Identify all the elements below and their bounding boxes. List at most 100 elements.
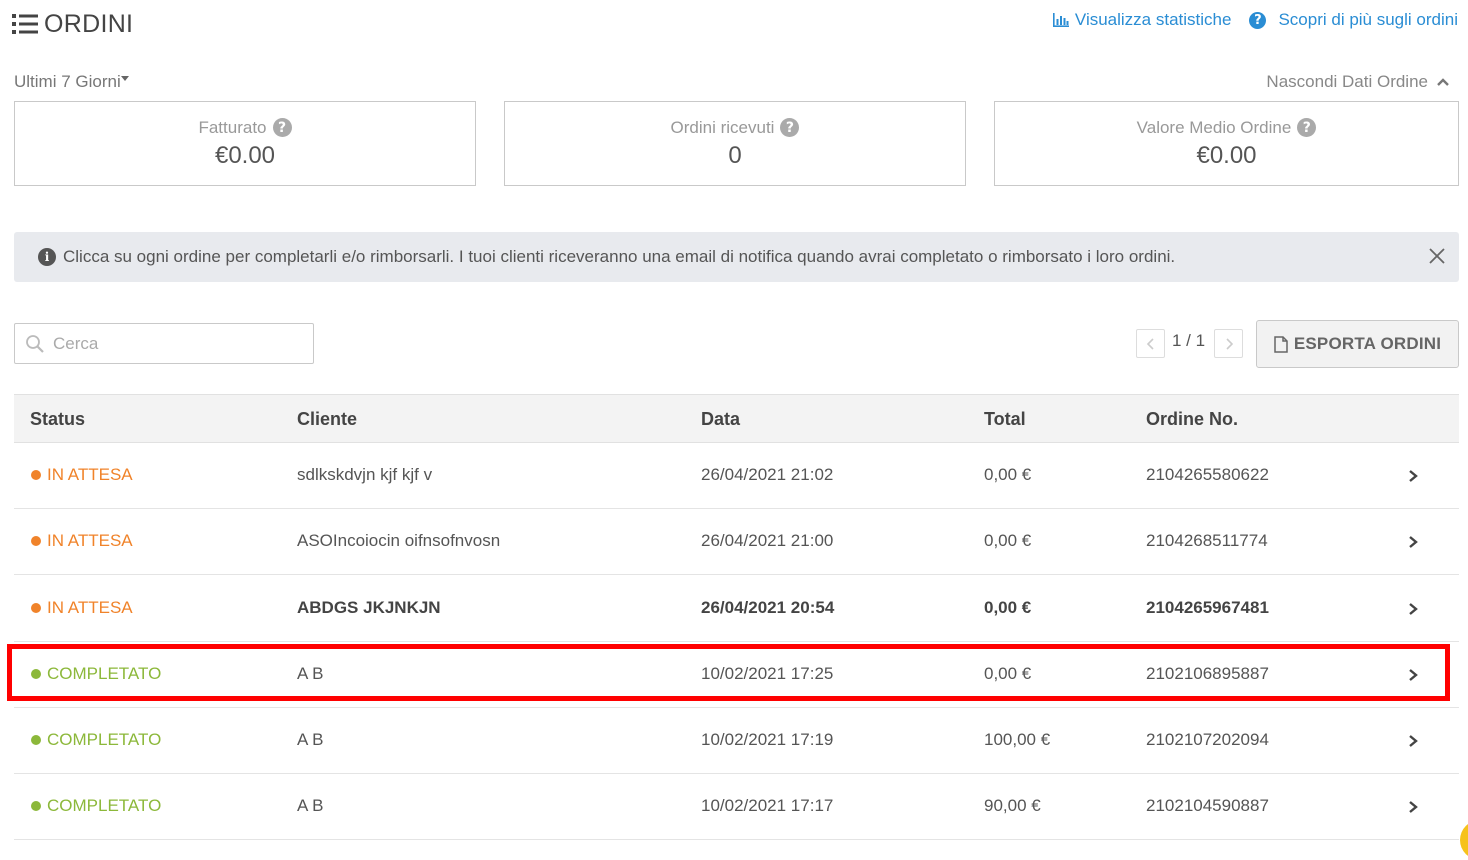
table-row[interactable]: IN ATTESA ASOIncoiocin oifnsofnvosn 26/04/…	[14, 509, 1459, 575]
status-badge: COMPLETATO	[47, 796, 162, 815]
question-circle-icon[interactable]: ?	[1297, 118, 1317, 137]
status-dot-icon	[31, 801, 41, 811]
total-cell: 90,00 €	[984, 796, 1041, 815]
date-range-dropdown[interactable]: Ultimi 7 Giorni	[14, 72, 130, 92]
search-input[interactable]	[51, 332, 295, 355]
order-number-cell: 2104265967481	[1146, 598, 1269, 617]
status-cell: COMPLETATO	[31, 796, 161, 816]
status-badge: IN ATTESA	[47, 531, 133, 550]
customer-cell: ASOIncoiocin oifnsofnvosn	[297, 531, 501, 550]
status-dot-icon	[31, 669, 41, 679]
status-dot-icon	[31, 536, 41, 546]
customer-cell: A B	[297, 796, 324, 815]
status-cell: IN ATTESA	[31, 598, 133, 618]
question-circle-icon[interactable]: ?	[780, 118, 800, 137]
table-row[interactable]: COMPLETATO A B 10/02/2021 17:19 100,00 € 210…	[14, 708, 1459, 774]
list-icon	[12, 14, 38, 34]
hide-order-data-toggle[interactable]: Nascondi Dati Ordine	[1266, 72, 1450, 92]
help-launcher-button[interactable]	[1460, 820, 1468, 860]
status-badge: IN ATTESA	[47, 465, 133, 484]
order-number-cell: 2102106895887	[1146, 664, 1269, 683]
learn-more-label: Scopri di più sugli ordini	[1278, 10, 1458, 29]
column-header-date[interactable]: Data	[701, 409, 740, 430]
chevron-left-icon	[1146, 337, 1154, 350]
hide-order-data-label: Nascondi Dati Ordine	[1266, 72, 1428, 91]
page-title-text: ORDINI	[44, 9, 134, 38]
total-cell: 100,00 €	[984, 730, 1051, 749]
chevron-up-icon	[1437, 78, 1449, 86]
search-icon	[26, 334, 44, 353]
stat-value: 0	[728, 141, 742, 169]
column-header-order-number[interactable]: Ordine No.	[1146, 409, 1238, 430]
status-cell: IN ATTESA	[31, 531, 133, 551]
view-statistics-label: Visualizza statistiche	[1074, 10, 1232, 29]
customer-cell: ABDGS JKJNKJN	[297, 598, 441, 617]
info-banner: i Clicca su ogni ordine per completarli …	[14, 232, 1459, 282]
learn-more-link[interactable]: ? Scopri di più sugli ordini	[1249, 10, 1458, 30]
stat-card-revenue: Fatturato? €0.00	[14, 101, 476, 186]
column-header-status[interactable]: Status	[30, 409, 85, 430]
chevron-right-icon[interactable]	[1406, 534, 1420, 550]
date-cell: 26/04/2021 20:54	[701, 598, 835, 617]
total-cell: 0,00 €	[984, 465, 1032, 484]
table-row[interactable]: COMPLETATO A B 10/02/2021 17:25 0,00 € 21021…	[14, 642, 1459, 708]
question-circle-icon: ?	[1249, 11, 1267, 29]
page-title: ORDINI	[12, 8, 133, 40]
search-box[interactable]	[14, 323, 314, 364]
table-row[interactable]: IN ATTESA ABDGS JKJNKJN 26/04/2021 20:54 0,…	[14, 576, 1459, 642]
stat-label: Valore Medio Ordine	[1136, 117, 1292, 137]
date-cell: 26/04/2021 21:00	[701, 531, 834, 550]
customer-cell: A B	[297, 664, 324, 683]
question-circle-icon[interactable]: ?	[272, 118, 292, 137]
status-dot-icon	[31, 735, 41, 745]
column-header-customer[interactable]: Cliente	[297, 409, 357, 430]
chevron-right-icon[interactable]	[1406, 733, 1420, 749]
file-icon	[1274, 335, 1288, 353]
chevron-right-icon[interactable]	[1406, 667, 1420, 683]
status-badge: COMPLETATO	[47, 730, 162, 749]
status-cell: IN ATTESA	[31, 465, 133, 485]
customer-cell: sdlkskdvjn kjf kjf v	[297, 465, 433, 484]
stat-label: Ordini ricevuti	[670, 117, 775, 137]
order-number-cell: 2104268511774	[1146, 531, 1268, 550]
table-row[interactable]: IN ATTESA sdlkskdvjn kjf kjf v 26/04/2021 …	[14, 443, 1459, 509]
chevron-right-icon[interactable]	[1406, 468, 1420, 484]
status-cell: COMPLETATO	[31, 664, 161, 684]
status-dot-icon	[31, 603, 41, 613]
chevron-right-icon[interactable]	[1406, 601, 1420, 617]
orders-table-header: Status Cliente Data Total Ordine No.	[14, 394, 1459, 443]
date-cell: 26/04/2021 21:02	[701, 465, 834, 484]
table-row[interactable]: COMPLETATO A B 10/02/2021 17:17 90,00 € 2102…	[14, 774, 1459, 840]
column-header-total[interactable]: Total	[984, 409, 1026, 430]
status-badge: COMPLETATO	[47, 664, 162, 683]
order-number-cell: 2102107202094	[1146, 730, 1269, 749]
date-range-label: Ultimi 7 Giorni	[14, 72, 121, 91]
info-banner-text: Clicca su ogni ordine per completarli e/…	[63, 247, 1176, 266]
total-cell: 0,00 €	[984, 664, 1032, 683]
order-number-cell: 2102104590887	[1146, 796, 1269, 815]
stat-value: €0.00	[1196, 141, 1257, 169]
close-icon[interactable]	[1427, 246, 1447, 266]
export-orders-label: ESPORTA ORDINI	[1293, 334, 1442, 353]
export-orders-button[interactable]: ESPORTA ORDINI	[1256, 320, 1459, 368]
chevron-right-icon[interactable]	[1406, 799, 1420, 815]
next-page-button[interactable]	[1214, 329, 1243, 358]
date-cell: 10/02/2021 17:25	[701, 664, 834, 683]
order-number-cell: 2104265580622	[1146, 465, 1269, 484]
bar-chart-icon	[1052, 13, 1069, 27]
info-circle-icon: i	[38, 248, 56, 266]
date-cell: 10/02/2021 17:17	[701, 796, 834, 815]
total-cell: 0,00 €	[984, 598, 1032, 617]
stat-value: €0.00	[214, 141, 276, 169]
view-statistics-link[interactable]: Visualizza statistiche	[1052, 10, 1232, 30]
total-cell: 0,00 €	[984, 531, 1032, 550]
stat-label: Fatturato	[198, 117, 267, 137]
prev-page-button[interactable]	[1136, 329, 1165, 358]
status-dot-icon	[31, 470, 41, 480]
stat-card-average-order-value: Valore Medio Ordine? €0.00	[994, 101, 1459, 186]
chevron-right-icon	[1225, 337, 1233, 350]
caret-down-icon	[120, 76, 129, 81]
status-badge: IN ATTESA	[47, 598, 133, 617]
date-cell: 10/02/2021 17:19	[701, 730, 834, 749]
customer-cell: A B	[297, 730, 324, 749]
